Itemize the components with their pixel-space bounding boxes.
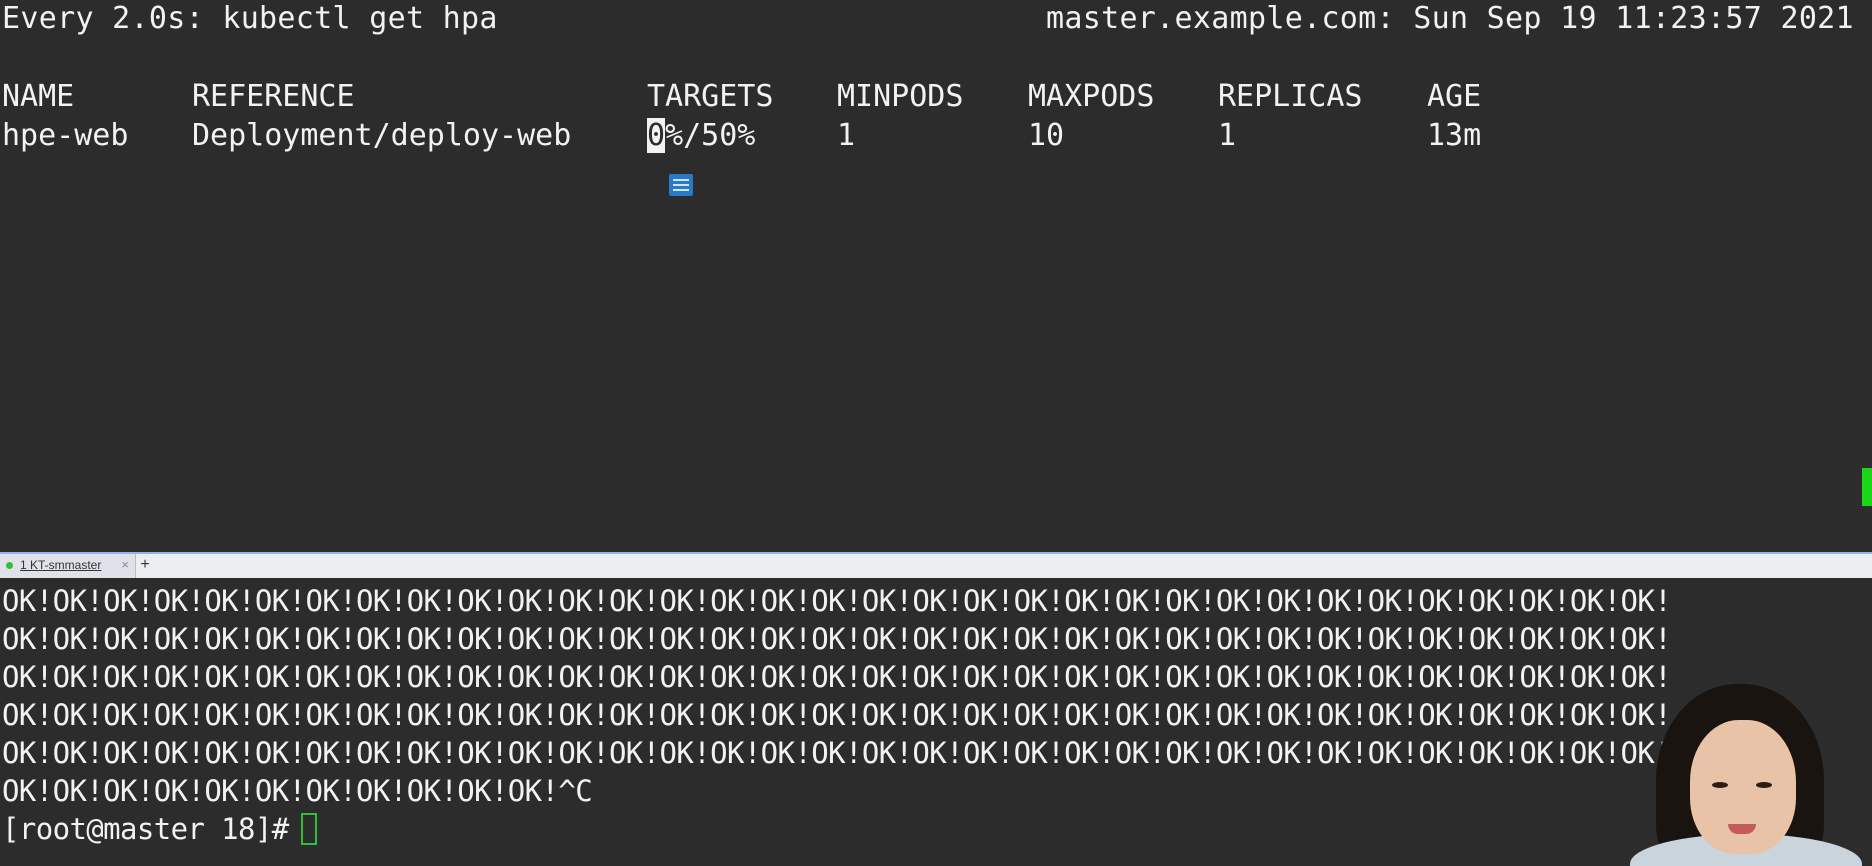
hpa-minpods: 1 [837,118,856,153]
watch-pane[interactable]: Every 2.0s: kubectl get hpa master.examp… [0,0,1872,552]
column-header-targets: TARGETS [647,79,774,114]
presenter-eye [1712,782,1728,788]
tab-kt-smmaster[interactable]: 1 KT-smmaster × [0,554,136,578]
terminal-output-line: OK!OK!OK!OK!OK!OK!OK!OK!OK!OK!OK!OK!OK!O… [2,660,1672,694]
terminal-output-line: OK!OK!OK!OK!OK!OK!OK!OK!OK!OK!OK!OK!OK!O… [2,622,1672,656]
scroll-indicator[interactable] [1862,468,1872,506]
add-tab-button[interactable]: + [136,556,154,574]
hpa-name: hpe-web [2,118,129,153]
watch-header-host-time: master.example.com: Sun Sep 19 11:23:57 … [1046,1,1854,36]
terminal-output-line: OK!OK!OK!OK!OK!OK!OK!OK!OK!OK!OK!^C [2,774,593,808]
hpa-targets-rest: %/50% [665,118,756,153]
column-header-age: AGE [1427,79,1482,114]
shell-prompt-line[interactable]: [root@master 18]# [2,810,317,848]
shell-prompt: [root@master 18]# [2,812,289,846]
terminal-tab-bar: 1 KT-smmaster × + [0,552,1872,578]
hpa-replicas: 1 [1218,118,1237,153]
column-header-maxpods: MAXPODS [1028,79,1155,114]
close-icon[interactable]: × [121,557,129,572]
hpa-reference: Deployment/deploy-web [192,118,572,153]
presenter-mouth [1728,824,1756,834]
terminal-output-line: OK!OK!OK!OK!OK!OK!OK!OK!OK!OK!OK!OK!OK!O… [2,584,1672,618]
column-header-name: NAME [2,79,75,114]
hpa-age: 13m [1427,118,1482,153]
presenter-face [1690,720,1796,854]
column-header-replicas: REPLICAS [1218,79,1363,114]
hpa-maxpods: 10 [1028,118,1065,153]
column-header-minpods: MINPODS [837,79,964,114]
terminal-pane[interactable]: OK!OK!OK!OK!OK!OK!OK!OK!OK!OK!OK!OK!OK!O… [0,578,1872,866]
presenter-eye [1756,782,1772,788]
connection-status-icon [6,562,13,569]
terminal-output-line: OK!OK!OK!OK!OK!OK!OK!OK!OK!OK!OK!OK!OK!O… [2,698,1672,732]
note-icon[interactable] [669,174,693,196]
terminal-cursor-icon [300,813,317,845]
hpa-targets: 0%/50% [647,117,755,155]
webcam-overlay [1620,676,1872,866]
column-header-reference: REFERENCE [192,79,355,114]
text-cursor-block: 0 [647,118,666,153]
watch-header-command: Every 2.0s: kubectl get hpa [2,1,498,36]
tab-label: 1 KT-smmaster [20,558,102,572]
terminal-output-line: OK!OK!OK!OK!OK!OK!OK!OK!OK!OK!OK!OK!OK!O… [2,736,1672,770]
